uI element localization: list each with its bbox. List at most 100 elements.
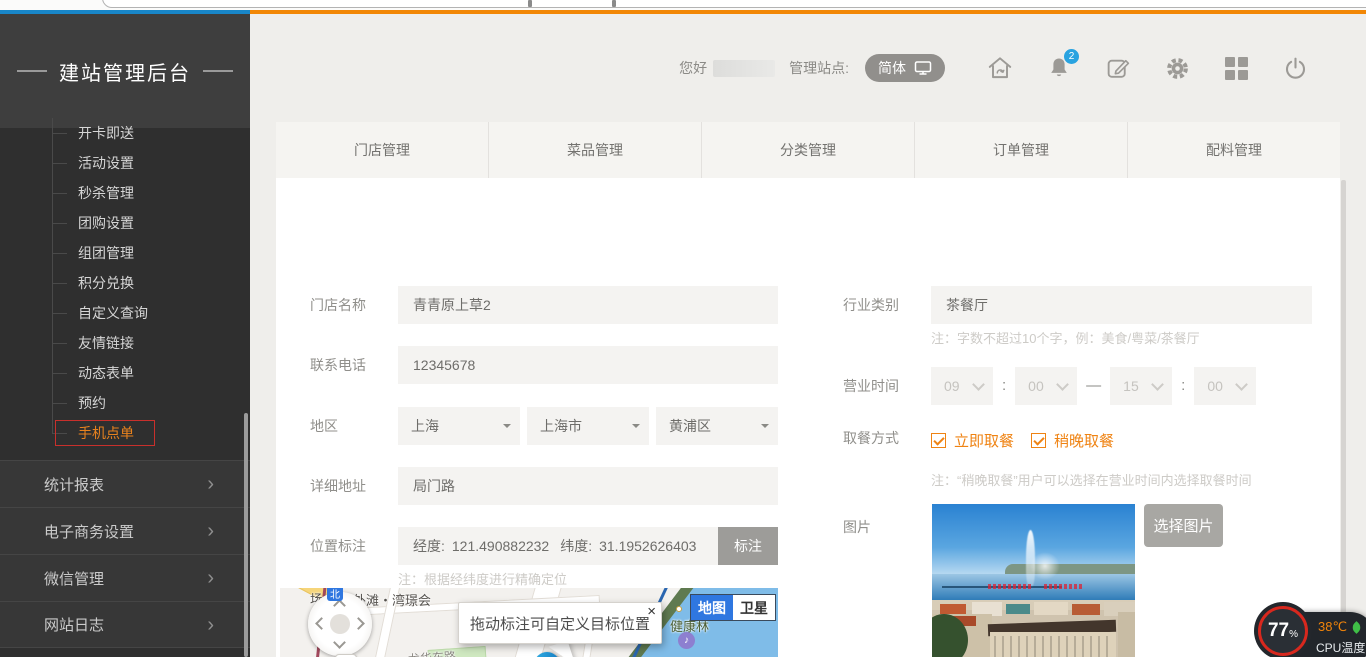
dropdown-arrow-icon	[503, 424, 511, 432]
province-select[interactable]: 上海	[398, 407, 520, 445]
pan-up-icon[interactable]	[333, 599, 346, 612]
pan-right-icon[interactable]	[352, 617, 365, 630]
pan-knob[interactable]	[330, 614, 350, 634]
section-label: 统计报表	[44, 474, 104, 495]
tab-order-management[interactable]: 订单管理	[915, 122, 1128, 178]
map-type-satellite-button[interactable]: 卫星	[733, 595, 775, 620]
store-photo	[932, 504, 1135, 657]
longitude-value: 121.490882232	[452, 538, 549, 554]
logout-button[interactable]	[1280, 53, 1310, 83]
sidebar-scrollbar[interactable]	[244, 413, 248, 657]
sidebar-item-activity-settings[interactable]: 活动设置	[0, 148, 250, 178]
map-type-map-button[interactable]: 地图	[691, 595, 733, 620]
pickup-option-label: 立即取餐	[954, 430, 1014, 451]
sidebar-section-wechat[interactable]: 微信管理 ›	[0, 554, 250, 601]
location-input[interactable]: 经度: 121.490882232 纬度: 31.1952626403	[398, 527, 718, 565]
manage-site-label: 管理站点:	[789, 58, 849, 78]
content-scrollbar[interactable]	[1341, 180, 1346, 657]
map-pan-control[interactable]	[308, 592, 372, 656]
sidebar-item-teamgroup[interactable]: 组团管理	[0, 238, 250, 268]
start-hour-value: 09	[944, 378, 960, 394]
address-input[interactable]: 局门路	[398, 467, 778, 505]
username-redacted	[713, 60, 775, 77]
map-type-switch: 地图 卫星	[690, 594, 776, 621]
sidebar-sections: 统计报表 › 电子商务设置 › 微信管理 › 网站日志 ›	[0, 460, 250, 648]
temp-value: 38℃	[1318, 619, 1347, 635]
north-badge: 北	[327, 588, 343, 601]
settings-button[interactable]	[1162, 53, 1192, 83]
pan-left-icon[interactable]	[315, 617, 328, 630]
store-name-input[interactable]: 青青原上草2	[398, 286, 778, 324]
end-minute-select[interactable]: 00	[1194, 367, 1256, 405]
hours-label: 营业时间	[843, 367, 899, 405]
sidebar-item-points[interactable]: 积分兑换	[0, 268, 250, 298]
chevron-down-icon	[972, 378, 985, 391]
sidebar-item-mobile-order[interactable]: 手机点单	[0, 418, 250, 448]
edit-button[interactable]	[1103, 53, 1133, 83]
chevron-right-icon: ›	[207, 615, 214, 635]
district-select[interactable]: 黄浦区	[656, 407, 778, 445]
end-hour-value: 15	[1123, 378, 1139, 394]
photo-foreground-building	[990, 632, 1116, 657]
section-label: 电子商务设置	[44, 521, 134, 542]
photo-roof	[1072, 604, 1100, 615]
sidebar-item-groupbuy[interactable]: 团购设置	[0, 208, 250, 238]
map-tooltip: 拖动标注可自定义目标位置 ×	[458, 602, 662, 644]
photo-watermark	[1044, 584, 1082, 589]
app-logo: 建站管理后台	[0, 14, 250, 128]
sidebar-item-links[interactable]: 友情链接	[0, 328, 250, 358]
dropdown-arrow-icon	[632, 424, 640, 432]
start-minute-value: 00	[1028, 378, 1044, 394]
close-icon[interactable]: ×	[647, 603, 656, 620]
photo-fountain-spray	[1030, 552, 1060, 580]
pan-down-icon[interactable]	[333, 636, 346, 649]
time-colon: :	[1002, 367, 1006, 405]
sidebar-item-seckill[interactable]: 秒杀管理	[0, 178, 250, 208]
city-select[interactable]: 上海市	[527, 407, 649, 445]
mark-location-button[interactable]: 标注	[718, 527, 778, 565]
address-bar[interactable]	[102, 0, 1366, 8]
pickup-option-later[interactable]: 稍晚取餐	[1031, 430, 1114, 451]
end-hour-select[interactable]: 15	[1110, 367, 1172, 405]
pickup-note: 注：“稍晚取餐”用户可以选择在营业时间内选择取餐时间	[931, 470, 1252, 489]
choose-image-button[interactable]: 选择图片	[1144, 504, 1223, 547]
pickup-option-immediate[interactable]: 立即取餐	[931, 430, 1014, 451]
cpu-percent-unit: %	[1289, 629, 1298, 640]
photo-building	[1118, 612, 1135, 657]
checkbox-checked-icon[interactable]	[931, 433, 946, 448]
sidebar-item-booking[interactable]: 预约	[0, 388, 250, 418]
home-button[interactable]	[985, 53, 1015, 83]
notifications-button[interactable]: 2	[1044, 53, 1074, 83]
phone-input[interactable]: 12345678	[398, 346, 778, 384]
cpu-temp-label: CPU温度	[1316, 639, 1365, 656]
start-minute-select[interactable]: 00	[1015, 367, 1077, 405]
phone-label: 联系电话	[310, 346, 366, 384]
province-value: 上海	[411, 416, 439, 436]
sidebar-menu: 开卡即送 活动设置 秒杀管理 团购设置 组团管理 积分兑换 自定义查询 友情链接…	[0, 118, 250, 448]
end-minute-value: 00	[1207, 378, 1223, 394]
pickup-option-label: 稍晚取餐	[1054, 430, 1114, 451]
start-hour-select[interactable]: 09	[931, 367, 993, 405]
industry-input[interactable]: 茶餐厅	[931, 286, 1312, 324]
system-monitor-widget[interactable]: 77 % 38℃ CPU温度	[1258, 606, 1366, 657]
language-pill-button[interactable]: 简体	[865, 54, 945, 82]
checkbox-checked-icon[interactable]	[1031, 433, 1046, 448]
sidebar-item-kaikajisong[interactable]: 开卡即送	[0, 118, 250, 148]
sidebar-section-ecommerce[interactable]: 电子商务设置 ›	[0, 507, 250, 554]
browser-edge	[0, 0, 1366, 10]
tab-dish-management[interactable]: 菜品管理	[489, 122, 702, 178]
phone-value: 12345678	[413, 357, 475, 373]
tab-category-management[interactable]: 分类管理	[702, 122, 915, 178]
sidebar-section-sitelog[interactable]: 网站日志 ›	[0, 601, 250, 648]
sidebar-section-stats[interactable]: 统计报表 ›	[0, 460, 250, 507]
tab-store-management[interactable]: 门店管理	[276, 122, 489, 178]
apps-button[interactable]	[1221, 53, 1251, 83]
hours-row: 09 : 00 — 15 : 00	[931, 367, 1256, 405]
latitude-value: 31.1952626403	[599, 538, 696, 554]
tab-ingredient-management[interactable]: 配料管理	[1128, 122, 1340, 178]
notification-badge: 2	[1064, 49, 1079, 64]
chevron-right-icon: ›	[207, 568, 214, 588]
sidebar-item-forms[interactable]: 动态表单	[0, 358, 250, 388]
sidebar-item-customquery[interactable]: 自定义查询	[0, 298, 250, 328]
map-canvas[interactable]: 场 外滩・湾璟会 龙华东路 上海世博会 纪念展 上海儿童 艺术剧场 健康林 ♪ …	[280, 588, 778, 657]
